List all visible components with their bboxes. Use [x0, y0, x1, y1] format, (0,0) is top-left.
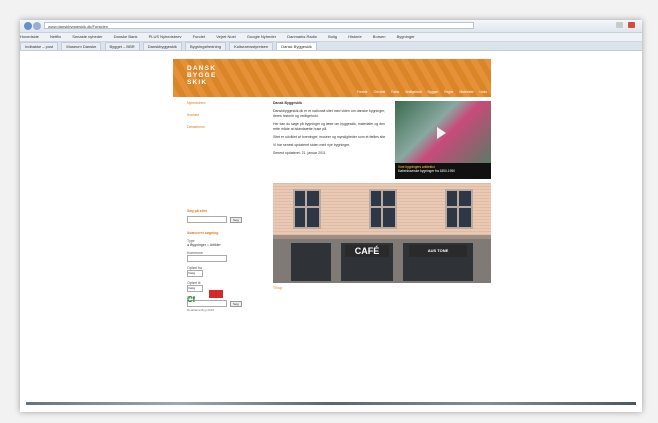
video-player[interactable]: Vore bygningers arkitektur Københavnske … [395, 101, 491, 179]
forward-button[interactable] [33, 22, 41, 30]
paragraph: Her kan du søge på bygninger og læse om … [273, 122, 386, 131]
window-icon [293, 189, 321, 229]
logo-line: DANSK [187, 65, 217, 72]
browser-tab[interactable]: Bygningsfredning [185, 42, 226, 50]
municipality-input[interactable] [187, 255, 227, 262]
nav-item[interactable]: Forside [357, 90, 368, 94]
bookmark-item[interactable]: Borsen [373, 34, 386, 39]
shop-window [291, 243, 331, 281]
search-input[interactable] [187, 216, 227, 223]
search-title: Søg på sitet [187, 209, 207, 213]
nav-item[interactable]: Materialer [459, 90, 473, 94]
browser-tab[interactable]: Museum Danske [61, 42, 102, 50]
site-logo[interactable]: DANSK BYGGE SKIK [187, 65, 216, 86]
window-icon [369, 189, 397, 229]
bookmark-item[interactable]: Vejret Noel [216, 34, 236, 39]
footer-logos: CI Realdania Byg 2010 [187, 289, 257, 312]
nav-item[interactable]: Om sitet [373, 90, 385, 94]
bookmark-item[interactable]: Danmarks Radio [287, 34, 317, 39]
browser-tab-active[interactable]: Dansk Byggeskik [276, 42, 317, 50]
partner-logo[interactable]: CI [187, 295, 205, 305]
nav-item[interactable]: Vedligehold [405, 90, 421, 94]
browser-tab[interactable]: Danskbyggeskik [142, 42, 182, 50]
facade-photo: CAFÉ AUS TONE [273, 183, 491, 283]
advanced-search-title: Avanceret søgning [187, 231, 219, 235]
minimize-icon[interactable] [616, 22, 623, 28]
radio-label: Artikler [209, 243, 221, 247]
page-title: Dansk Byggeskik [273, 101, 302, 105]
window-icon [445, 189, 473, 229]
browser-tab[interactable]: Kulturarvsstyrelsen [229, 42, 274, 50]
radio-buildings[interactable]: ● Bygninger [187, 243, 206, 247]
shop-sign: AUS TONE [409, 245, 467, 257]
shopfront: CAFÉ AUS TONE [273, 239, 491, 283]
footer-text: Realdania Byg 2010 [187, 308, 215, 312]
bookmark-item[interactable]: PLUS Nyhedsbrev [149, 34, 182, 39]
taskbar-strip [26, 402, 636, 405]
top-navigation: Forside Om sitet Fakta Vedligehold Bygge… [352, 90, 487, 94]
close-icon[interactable] [628, 22, 635, 28]
sidebar-link-contact[interactable]: Kontakt [187, 113, 257, 117]
nav-item[interactable]: Byggeri [428, 90, 439, 94]
updated-date: Senest opdateret: 21. januar 2011 [273, 151, 326, 155]
brick-wall [273, 183, 491, 235]
back-button[interactable] [24, 22, 32, 30]
paragraph: Vi har senest opdateret siden med nye by… [273, 143, 350, 147]
browser-window: www.danskbyggeskik.dk/Forsiden Hovedside… [20, 20, 642, 412]
paragraph: Danskbyggeskik.dk er et nationalt sitet … [273, 109, 386, 118]
from-select[interactable]: Vælg [187, 270, 203, 277]
sidebar-link-newsletter[interactable]: Nyhedsbrev [187, 101, 257, 105]
bookmark-item[interactable]: Google Nyheder [247, 34, 276, 39]
bookmark-item[interactable]: Danske Bank [114, 34, 138, 39]
nav-item[interactable]: Fakta [391, 90, 399, 94]
video-caption-bar: Vore bygningers arkitektur Københavnske … [395, 163, 491, 179]
address-bar: www.danskbyggeskik.dk/Forsiden [20, 20, 642, 33]
tab-strip: Indbakke – post Museum Danske Bygget – B… [20, 42, 642, 51]
radio-articles[interactable]: ○ Artikler [207, 243, 221, 247]
taskbar [20, 394, 642, 412]
bookmark-item[interactable]: Fundet [193, 34, 205, 39]
nav-item[interactable]: Links [480, 90, 487, 94]
logo-line: SKIK [187, 79, 208, 86]
left-sidebar: Nyhedsbrev Kontakt Debatforum Søg på sit… [187, 101, 257, 307]
paragraph: Sitet er udviklet af foreninger, museer … [273, 135, 387, 139]
bookmark-item[interactable]: Bygninger [397, 34, 415, 39]
play-icon[interactable] [437, 127, 446, 139]
bookmark-item[interactable]: Netflix [50, 34, 61, 39]
to-top-link[interactable]: Til top [273, 286, 282, 290]
radio-label: Bygninger [190, 243, 206, 247]
search-button[interactable]: Søg [229, 216, 242, 223]
bookmark-item[interactable]: Senaste nyheder [72, 34, 102, 39]
nav-item[interactable]: Regler [444, 90, 453, 94]
site-header: DANSK BYGGE SKIK Forside Om sitet Fakta … [173, 59, 491, 97]
bookmark-item[interactable]: Hovedside [20, 34, 39, 39]
bookmark-item[interactable]: Bolig [328, 34, 337, 39]
url-input[interactable]: www.danskbyggeskik.dk/Forsiden [44, 22, 474, 29]
site-container: DANSK BYGGE SKIK Forside Om sitet Fakta … [173, 59, 491, 312]
video-subtitle: Københavnske bygninger fra 1850-1950 [398, 169, 455, 173]
page-content: DANSK BYGGE SKIK Forside Om sitet Fakta … [20, 51, 642, 394]
cafe-sign: CAFÉ [345, 245, 389, 257]
bookmark-item[interactable]: Historie [348, 34, 362, 39]
main-text: Dansk Byggeskik Danskbyggeskik.dk er et … [273, 101, 391, 159]
browser-tab[interactable]: Bygget – BBR [104, 42, 140, 50]
logo-line: BYGGE [187, 72, 217, 79]
bookmarks-bar: Hovedside Netflix Senaste nyheder Danske… [20, 33, 642, 42]
sidebar-link-forum[interactable]: Debatforum [187, 125, 257, 129]
browser-tab[interactable]: Indbakke – post [20, 42, 59, 50]
partner-logo-red[interactable] [209, 290, 224, 298]
